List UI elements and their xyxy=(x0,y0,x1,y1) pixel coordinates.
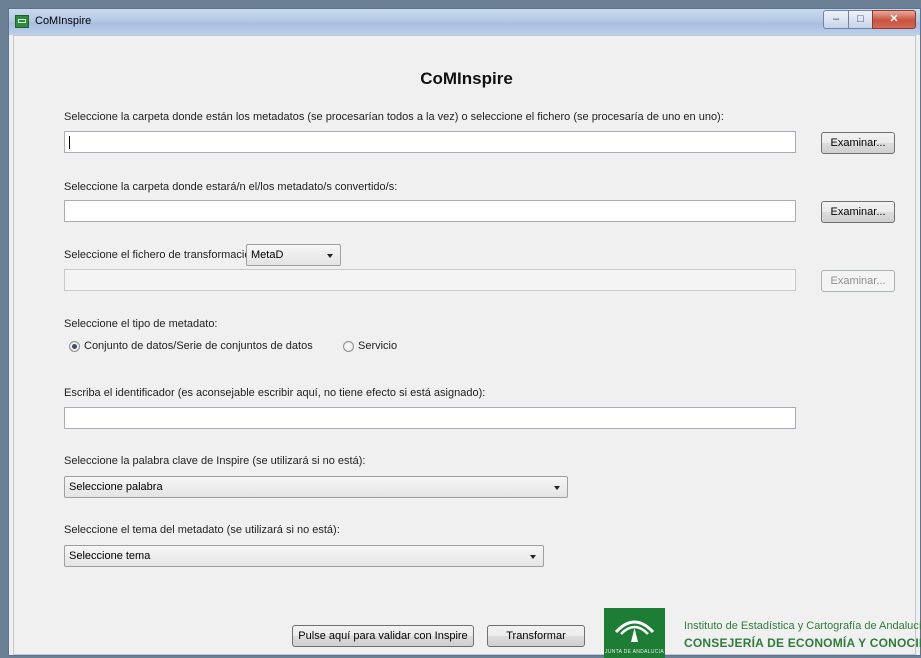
department-name: CONSEJERÍA DE ECONOMÍA Y CONOCIMIENTO xyxy=(684,636,921,650)
destination-path-input[interactable] xyxy=(64,200,796,222)
chevron-down-icon xyxy=(530,555,536,559)
text-caret xyxy=(69,136,70,149)
metadata-type-label: Seleccione el tipo de metadato: xyxy=(64,318,218,330)
minimize-button[interactable]: – xyxy=(823,10,849,29)
radio-service-label[interactable]: Servicio xyxy=(358,340,397,352)
theme-select[interactable]: Seleccione tema xyxy=(64,545,544,567)
keyword-select[interactable]: Seleccione palabra xyxy=(64,476,568,498)
chevron-down-icon xyxy=(327,254,333,258)
radio-service[interactable] xyxy=(343,341,354,352)
title-bar[interactable]: CoMInspire – □ ✕ xyxy=(9,9,920,35)
identifier-input[interactable] xyxy=(64,407,796,429)
transform-button[interactable]: Transformar xyxy=(487,625,585,647)
transform-path-input xyxy=(64,269,796,291)
chevron-down-icon xyxy=(554,486,560,490)
institute-name: Instituto de Estadística y Cartografía d… xyxy=(684,620,921,632)
junta-andalucia-logo: JUNTA DE ANDALUCIA xyxy=(604,608,665,658)
validate-inspire-button[interactable]: Pulse aquí para validar con Inspire xyxy=(292,625,474,647)
transform-label: Seleccione el fichero de transformación: xyxy=(64,249,260,261)
app-window: CoMInspire – □ ✕ CoMInspire Seleccione l… xyxy=(8,8,921,658)
keyword-selected-value: Seleccione palabra xyxy=(69,481,163,493)
app-icon xyxy=(15,15,29,28)
maximize-button[interactable]: □ xyxy=(848,10,873,29)
destination-browse-button[interactable]: Examinar... xyxy=(821,201,895,223)
transform-selected-value: MetaD xyxy=(251,249,284,261)
identifier-label: Escriba el identificador (es aconsejable… xyxy=(64,387,486,399)
source-label: Seleccione la carpeta donde están los me… xyxy=(64,111,724,123)
page-title: CoMInspire xyxy=(420,69,513,88)
form-panel: CoMInspire Seleccione la carpeta donde e… xyxy=(13,35,921,658)
destination-label: Seleccione la carpeta donde estará/n el/… xyxy=(64,181,398,193)
radio-dataset[interactable] xyxy=(69,341,80,352)
transform-browse-button: Examinar... xyxy=(821,270,895,292)
source-browse-button[interactable]: Examinar... xyxy=(821,132,895,154)
keyword-label: Seleccione la palabra clave de Inspire (… xyxy=(64,455,366,467)
radio-dataset-label[interactable]: Conjunto de datos/Serie de conjuntos de … xyxy=(84,340,313,352)
logo-caption: JUNTA DE ANDALUCIA xyxy=(605,649,664,655)
transform-select[interactable]: MetaD xyxy=(246,244,341,266)
window-title: CoMInspire xyxy=(35,15,92,27)
close-button[interactable]: ✕ xyxy=(872,10,916,29)
theme-label: Seleccione el tema del metadato (se util… xyxy=(64,524,340,536)
theme-selected-value: Seleccione tema xyxy=(69,550,151,562)
source-path-input[interactable] xyxy=(64,131,796,153)
